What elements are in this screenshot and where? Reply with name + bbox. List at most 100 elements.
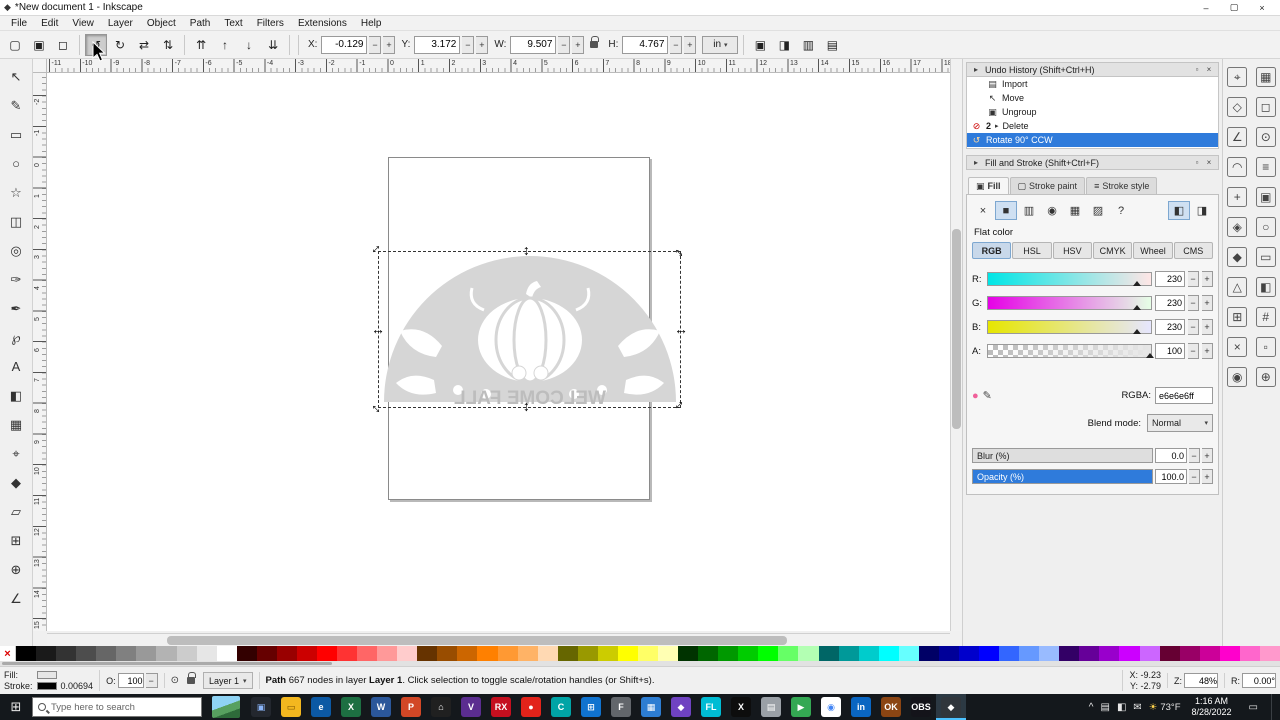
taskbar-app[interactable]: P	[396, 694, 426, 720]
palette-swatch[interactable]	[216, 646, 237, 661]
stroke-status-swatch[interactable]	[36, 682, 57, 690]
color-tab-rgb[interactable]: RGB	[972, 242, 1012, 259]
palette-swatch[interactable]	[517, 646, 538, 661]
zoom-input[interactable]	[1184, 673, 1218, 688]
taskbar-inkscape[interactable]: ◆	[936, 694, 966, 720]
move-patterns-toggle[interactable]: ▤	[821, 34, 843, 56]
rgba-field[interactable]	[1155, 387, 1213, 404]
snap-button[interactable]: ○	[1255, 217, 1276, 237]
taskbar-app[interactable]: OBS	[906, 694, 936, 720]
palette-swatch[interactable]	[537, 646, 558, 661]
height-field[interactable]	[622, 35, 669, 54]
expander-icon[interactable]: ▸	[995, 122, 999, 130]
opacity-slider[interactable]: Opacity (%)	[972, 469, 1153, 484]
taskbar-app[interactable]: ▶	[786, 694, 816, 720]
palette-swatch[interactable]	[337, 646, 358, 661]
layer-lock-icon[interactable]	[186, 672, 196, 684]
horizontal-ruler[interactable]: -11 -10 -9 -8 -7 -6 -5 -4 -3 -2 -1 0 1 2 3 4 5 6 7 8 9 10 11 12…	[47, 59, 950, 73]
x-field[interactable]	[321, 35, 368, 54]
green-slider[interactable]	[987, 296, 1152, 310]
paint-bucket-tool[interactable]: ◆	[4, 471, 28, 494]
taskbar-app[interactable]: V	[456, 694, 486, 720]
panel-expander-icon[interactable]: ▸	[970, 65, 982, 74]
taskbar-app[interactable]: ▤	[756, 694, 786, 720]
palette-swatch[interactable]	[898, 646, 919, 661]
palette-swatch[interactable]	[76, 646, 97, 661]
palette-swatch[interactable]	[938, 646, 959, 661]
object-opacity-input[interactable]	[117, 673, 144, 688]
palette-swatch[interactable]	[36, 646, 57, 661]
taskbar-explorer[interactable]: ▭	[276, 694, 306, 720]
slider-marker[interactable]	[1133, 301, 1142, 310]
panel-close-icon[interactable]: ×	[1203, 158, 1215, 167]
zoom-tool[interactable]: ⊕	[4, 558, 28, 581]
undo-history-header[interactable]: ▸ Undo History (Shift+Ctrl+H) ▫ ×	[966, 62, 1219, 77]
taskbar-app[interactable]: FL	[696, 694, 726, 720]
snap-button[interactable]: ◈	[1227, 217, 1248, 237]
undo-history-item[interactable]: ↖ Move	[967, 91, 1218, 105]
red-slider[interactable]	[987, 272, 1152, 286]
green-value-field[interactable]	[1155, 295, 1185, 311]
x-decrement-button[interactable]: −	[369, 35, 382, 54]
palette-scrollbar-thumb[interactable]	[2, 662, 332, 665]
scale-handle-e[interactable]: ↔	[674, 322, 688, 336]
eraser-tool[interactable]: ▱	[4, 500, 28, 523]
slider-marker[interactable]	[1133, 325, 1142, 334]
taskbar-app[interactable]: OK	[876, 694, 906, 720]
palette-swatch[interactable]	[377, 646, 398, 661]
snap-button[interactable]: ⊞	[1227, 307, 1248, 327]
tray-icon[interactable]: ▤	[1101, 702, 1110, 713]
red-value-field[interactable]	[1155, 271, 1185, 287]
taskbar-app[interactable]: X	[726, 694, 756, 720]
taskbar-chrome[interactable]: ◉	[816, 694, 846, 720]
show-desktop-button[interactable]	[1271, 694, 1276, 720]
raise-to-top-button[interactable]: ⇈	[190, 34, 212, 56]
star-tool[interactable]: ☆	[4, 181, 28, 204]
palette-swatch[interactable]	[136, 646, 157, 661]
palette-swatch[interactable]	[56, 646, 77, 661]
weather-widget[interactable]	[212, 696, 240, 718]
opacity-stepper-down[interactable]: −	[145, 673, 158, 688]
slider-marker[interactable]	[1146, 349, 1155, 358]
text-tool[interactable]: A	[4, 355, 28, 378]
lower-to-bottom-button[interactable]: ⇊	[262, 34, 284, 56]
alpha-decrement-button[interactable]: −	[1188, 343, 1199, 359]
menu-text[interactable]: Text	[217, 18, 249, 29]
palette-swatch[interactable]	[1239, 646, 1260, 661]
snap-button[interactable]: ▦	[1255, 67, 1276, 87]
alpha-value-field[interactable]	[1155, 343, 1185, 359]
panel-float-icon[interactable]: ▫	[1191, 158, 1203, 167]
move-gradients-toggle[interactable]: ▥	[797, 34, 819, 56]
taskbar-app[interactable]: ◆	[666, 694, 696, 720]
blur-value-field[interactable]	[1155, 448, 1187, 463]
fill-status-swatch[interactable]	[36, 671, 57, 679]
panel-expander-icon[interactable]: ▸	[970, 158, 982, 167]
snap-button[interactable]: ⊕	[1255, 367, 1276, 387]
undo-history-item[interactable]: ▤ Import	[967, 77, 1218, 91]
palette-swatch[interactable]	[778, 646, 799, 661]
undo-history-item[interactable]: ▣ Ungroup	[967, 105, 1218, 119]
y-increment-button[interactable]: +	[476, 35, 489, 54]
snap-button[interactable]: ▫	[1255, 337, 1276, 357]
undo-history-item[interactable]: ↺ Rotate 90° CCW	[967, 133, 1218, 147]
swatch-button[interactable]: ▨	[1087, 201, 1109, 220]
rectangle-tool[interactable]: ▭	[4, 123, 28, 146]
y-field[interactable]	[414, 35, 461, 54]
menu-extensions[interactable]: Extensions	[291, 18, 354, 29]
x-increment-button[interactable]: +	[383, 35, 396, 54]
spiral-tool[interactable]: ◎	[4, 239, 28, 262]
snap-button[interactable]: ◠	[1227, 157, 1248, 177]
flat-color-button[interactable]: ■	[995, 201, 1017, 220]
palette-swatch[interactable]	[276, 646, 297, 661]
select-all-button[interactable]: ▢	[4, 34, 26, 56]
gradient-tool[interactable]: ◧	[4, 384, 28, 407]
node-tool[interactable]: ✎	[4, 94, 28, 117]
snap-button[interactable]: ◻	[1255, 97, 1276, 117]
blue-decrement-button[interactable]: −	[1188, 319, 1199, 335]
taskbar-app[interactable]: C	[546, 694, 576, 720]
palette-swatch[interactable]	[1259, 646, 1280, 661]
snap-button[interactable]: ×	[1227, 337, 1248, 357]
opacity-value-field[interactable]	[1155, 469, 1187, 484]
palette-swatch[interactable]	[878, 646, 899, 661]
snap-button[interactable]: ▣	[1255, 187, 1276, 207]
